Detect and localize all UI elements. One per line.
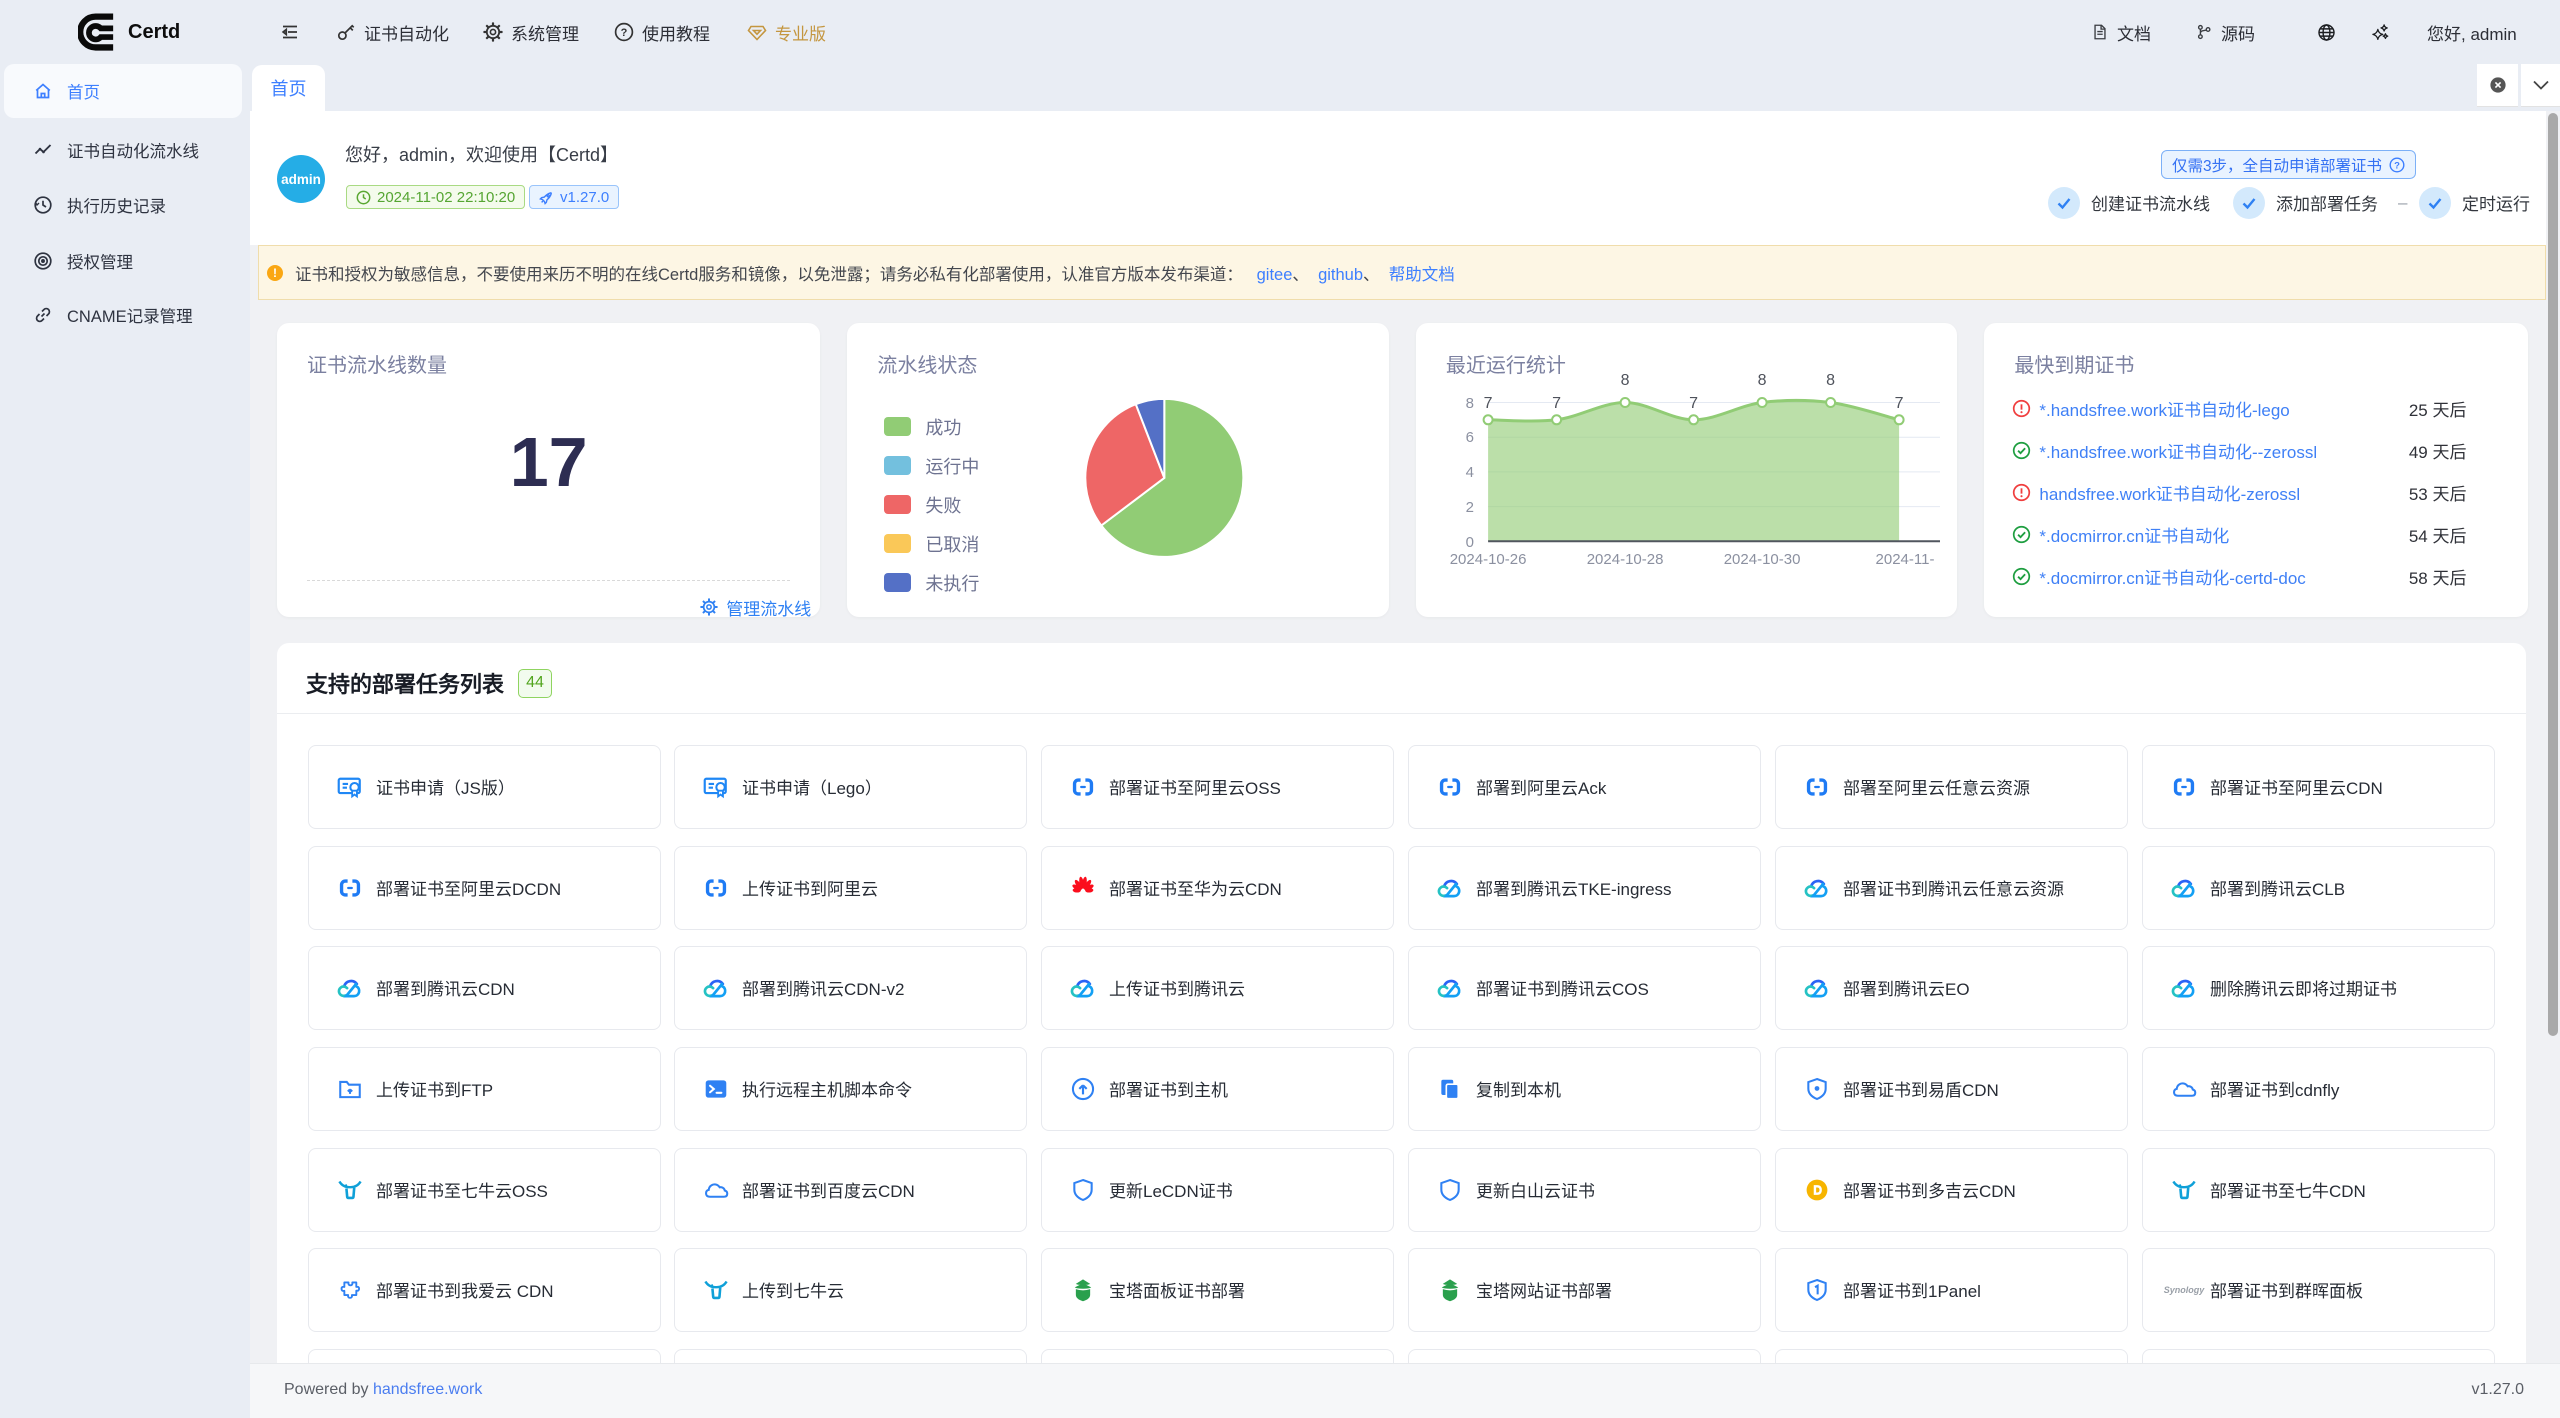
svg-text:8: 8 — [1826, 372, 1835, 389]
svg-text:2024-10-30: 2024-10-30 — [1724, 551, 1801, 568]
svg-text:8: 8 — [1758, 372, 1767, 389]
svg-text:7: 7 — [1689, 395, 1698, 412]
svg-text:2024-11-: 2024-11- — [1875, 551, 1934, 568]
svg-text:6: 6 — [1466, 429, 1474, 446]
svg-text:2024-10-28: 2024-10-28 — [1587, 551, 1664, 568]
svg-text:0: 0 — [1466, 534, 1474, 551]
svg-text:?: ? — [621, 27, 628, 39]
svg-text:2024-10-26: 2024-10-26 — [1450, 551, 1527, 568]
svg-text:8: 8 — [1621, 372, 1630, 389]
svg-text:?: ? — [2394, 160, 2400, 171]
svg-text:7: 7 — [1484, 395, 1493, 412]
svg-text:7: 7 — [1552, 395, 1561, 412]
svg-text:2: 2 — [1466, 499, 1474, 516]
svg-text:4: 4 — [1466, 464, 1474, 481]
svg-text:8: 8 — [1466, 395, 1474, 412]
svg-text:7: 7 — [1895, 395, 1904, 412]
